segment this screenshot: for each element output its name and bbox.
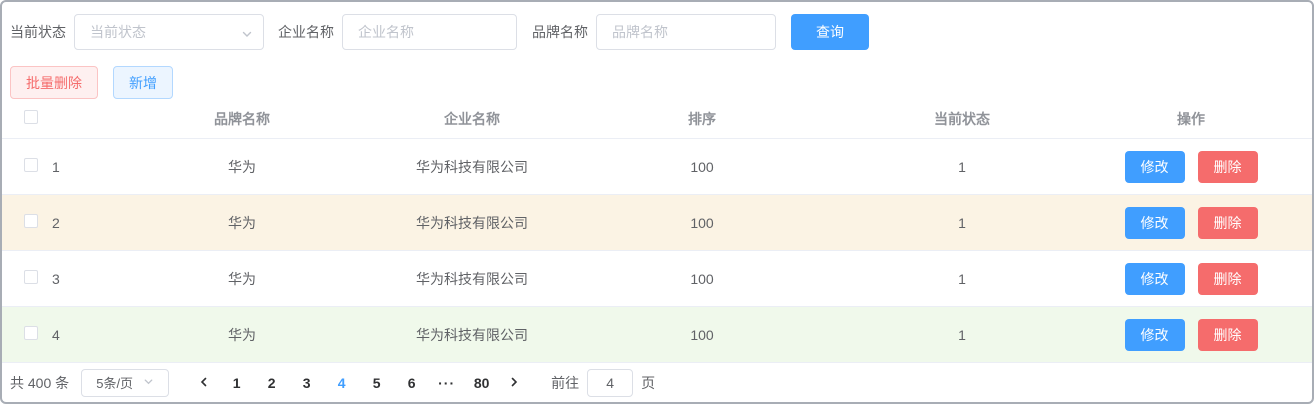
page-number[interactable]: 2 <box>254 375 289 391</box>
status-select-placeholder: 当前状态 <box>90 24 146 40</box>
table-header: 品牌名称 企业名称 排序 当前状态 操作 <box>2 99 1312 139</box>
pagination-bar: 共 400 条 5条/页 1 2 3 4 5 6 ··· 80 前往 4 页 <box>2 363 1312 402</box>
page-number[interactable]: 80 <box>464 375 499 391</box>
sort-cell: 100 <box>690 326 714 343</box>
page-number[interactable]: 6 <box>394 375 429 391</box>
enterprise-cell: 华为科技有限公司 <box>416 214 528 231</box>
status-cell: 1 <box>958 326 966 343</box>
column-header-sort: 排序 <box>688 110 716 127</box>
brand-management-panel: 当前状态 当前状态 企业名称 品牌名称 查询 批量删除 新增 品牌名称 企业名称… <box>0 0 1314 404</box>
row-checkbox[interactable] <box>24 326 38 340</box>
page-size-select[interactable]: 5条/页 <box>81 368 170 397</box>
pager: 1 2 3 4 5 6 ··· 80 <box>189 375 529 391</box>
filter-bar: 当前状态 当前状态 企业名称 品牌名称 查询 <box>2 2 1312 50</box>
edit-button[interactable]: 修改 <box>1124 206 1185 239</box>
enterprise-name-input[interactable] <box>342 14 517 50</box>
sort-cell: 100 <box>690 214 714 231</box>
column-header-enterprise: 企业名称 <box>444 110 500 127</box>
brand-cell: 华为 <box>228 270 256 287</box>
page-number[interactable]: 5 <box>359 375 394 391</box>
status-cell: 1 <box>958 214 966 231</box>
edit-button[interactable]: 修改 <box>1124 150 1185 183</box>
page-number[interactable]: 3 <box>289 375 324 391</box>
brand-name-label: 品牌名称 <box>532 24 588 40</box>
page-jumper: 前往 页 <box>551 368 656 397</box>
column-header-brand: 品牌名称 <box>214 110 270 127</box>
page-size-value: 5条/页 <box>96 376 134 391</box>
action-bar: 批量删除 新增 <box>2 50 1312 99</box>
brand-cell: 华为 <box>228 214 256 231</box>
status-filter-label: 当前状态 <box>10 24 66 40</box>
edit-button[interactable]: 修改 <box>1124 262 1185 295</box>
chevron-down-icon <box>241 27 253 43</box>
add-button[interactable]: 新增 <box>113 66 173 99</box>
enterprise-cell: 华为科技有限公司 <box>416 326 528 343</box>
batch-delete-button[interactable]: 批量删除 <box>10 66 98 99</box>
sort-cell: 100 <box>690 270 714 287</box>
status-cell: 1 <box>958 270 966 287</box>
table-row: 2 华为 华为科技有限公司 100 1 修改 删除 <box>2 195 1312 251</box>
goto-label: 前往 <box>551 374 580 391</box>
table-row: 3 华为 华为科技有限公司 100 1 修改 删除 <box>2 251 1312 307</box>
chevron-down-icon <box>143 375 154 390</box>
enterprise-name-label: 企业名称 <box>278 24 334 40</box>
page-number[interactable]: 1 <box>219 375 254 391</box>
row-checkbox[interactable] <box>24 214 38 228</box>
status-filter-select[interactable]: 当前状态 <box>74 14 264 50</box>
delete-button[interactable]: 删除 <box>1197 262 1258 295</box>
delete-button[interactable]: 删除 <box>1197 150 1258 183</box>
column-header-status: 当前状态 <box>934 110 990 127</box>
brand-name-input[interactable] <box>596 14 776 50</box>
sort-cell: 100 <box>690 158 714 175</box>
brand-cell: 华为 <box>228 326 256 343</box>
page-number-active[interactable]: 4 <box>324 375 359 391</box>
total-count: 共 400 条 <box>10 374 70 391</box>
chevron-right-icon <box>508 375 520 391</box>
page-unit-label: 页 <box>641 374 656 391</box>
delete-button[interactable]: 删除 <box>1197 206 1258 239</box>
row-index: 2 <box>52 214 60 231</box>
brand-cell: 华为 <box>228 158 256 175</box>
column-header-operations: 操作 <box>1177 110 1205 127</box>
prev-page-button[interactable] <box>189 375 219 391</box>
edit-button[interactable]: 修改 <box>1124 318 1185 351</box>
row-index: 1 <box>52 158 60 175</box>
enterprise-cell: 华为科技有限公司 <box>416 270 528 287</box>
row-checkbox[interactable] <box>24 158 38 172</box>
chevron-left-icon <box>198 375 210 391</box>
row-checkbox[interactable] <box>24 270 38 284</box>
next-page-button[interactable] <box>499 375 529 391</box>
delete-button[interactable]: 删除 <box>1197 318 1258 351</box>
row-index: 4 <box>52 326 60 343</box>
select-all-checkbox[interactable] <box>24 110 38 124</box>
enterprise-cell: 华为科技有限公司 <box>416 158 528 175</box>
row-index: 3 <box>52 270 60 287</box>
table-row: 4 华为 华为科技有限公司 100 1 修改 删除 <box>2 307 1312 363</box>
pager-ellipsis[interactable]: ··· <box>429 375 464 391</box>
status-cell: 1 <box>958 158 966 175</box>
table-row: 1 华为 华为科技有限公司 100 1 修改 删除 <box>2 139 1312 195</box>
goto-page-input[interactable] <box>587 368 634 397</box>
search-button[interactable]: 查询 <box>791 14 869 50</box>
